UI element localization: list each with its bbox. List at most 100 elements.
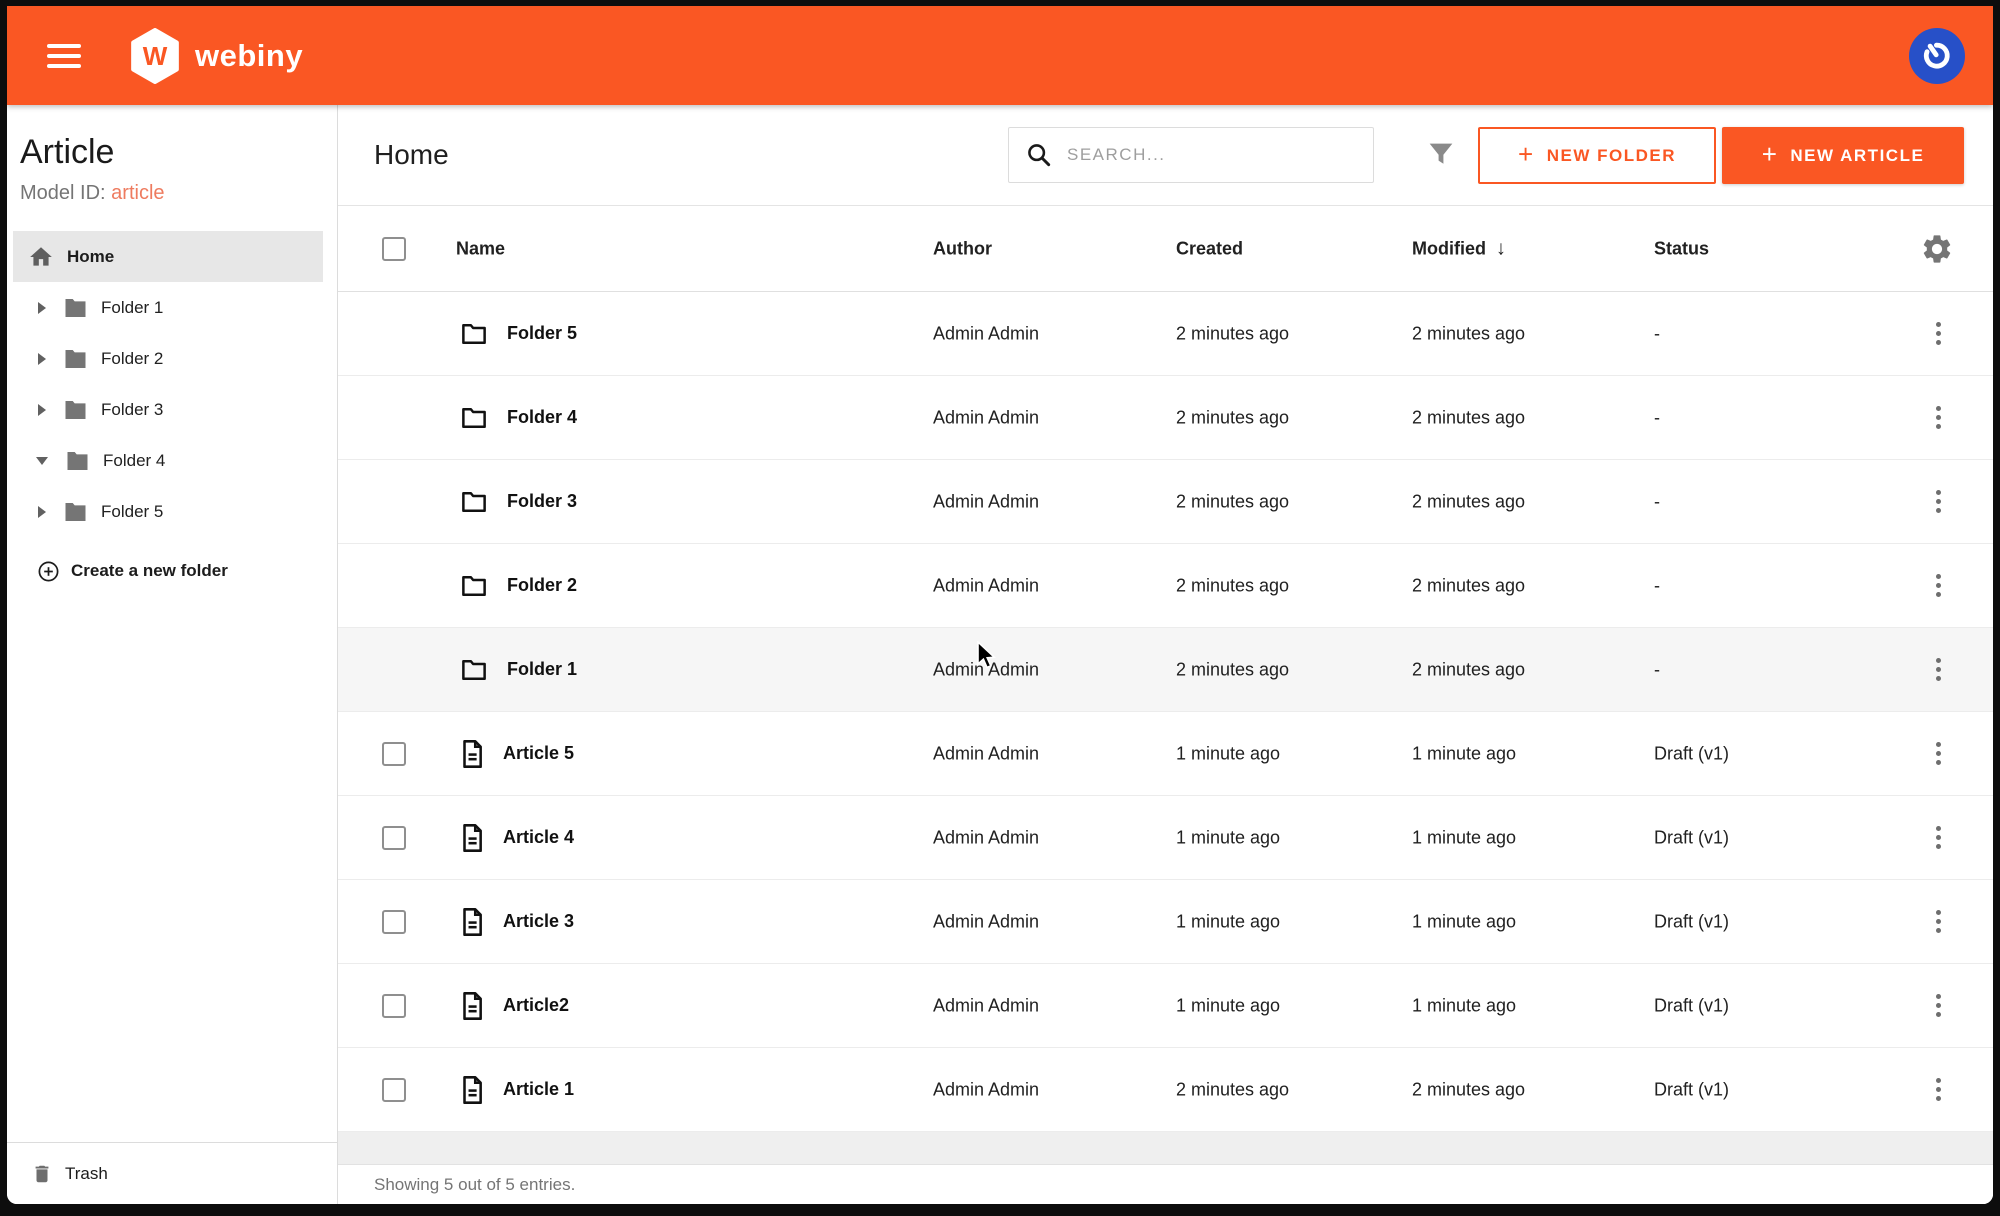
table-row-folder-2[interactable]: Folder 2 Admin Admin 2 minutes ago 2 min…	[338, 544, 1993, 628]
row-checkbox[interactable]	[382, 826, 406, 850]
sidebar-item-folder-4[interactable]: Folder 4	[7, 435, 337, 486]
table-row-article-1[interactable]: Article 1 Admin Admin 2 minutes ago 2 mi…	[338, 1048, 1993, 1132]
column-header-modified[interactable]: Modified ↓	[1412, 237, 1506, 260]
column-header-name[interactable]: Name	[456, 238, 505, 259]
sidebar-item-home[interactable]: Home	[13, 231, 323, 282]
table-row-article2[interactable]: Article2 Admin Admin 1 minute ago 1 minu…	[338, 964, 1993, 1048]
pagination-footer: Showing 5 out of 5 entries.	[338, 1165, 1993, 1204]
entries-count: Showing 5 out of 5 entries.	[374, 1175, 575, 1195]
power-icon	[1913, 32, 1960, 79]
modified-cell: 2 minutes ago	[1412, 407, 1525, 428]
sidebar-item-folder-5[interactable]: Folder 5	[7, 486, 337, 537]
author-cell: Admin Admin	[933, 995, 1039, 1016]
entry-name-cell[interactable]: Folder 2	[458, 571, 577, 601]
modified-cell: 2 minutes ago	[1412, 575, 1525, 596]
modified-cell: 1 minute ago	[1412, 743, 1516, 764]
sidebar-item-folder-3[interactable]: Folder 3	[7, 384, 337, 435]
document-icon	[458, 1075, 486, 1105]
entry-name-cell[interactable]: Folder 3	[458, 487, 577, 517]
table-row-folder-5[interactable]: Folder 5 Admin Admin 2 minutes ago 2 min…	[338, 292, 1993, 376]
table-footer-band	[338, 1132, 1993, 1165]
row-actions-menu-button[interactable]	[1928, 821, 1948, 855]
circle-plus-icon	[37, 560, 60, 583]
row-actions-menu-button[interactable]	[1928, 317, 1948, 351]
trash-button[interactable]: Trash	[7, 1142, 337, 1204]
created-cell: 1 minute ago	[1176, 743, 1280, 764]
row-checkbox[interactable]	[382, 1078, 406, 1102]
created-cell: 2 minutes ago	[1176, 575, 1289, 596]
row-checkbox[interactable]	[382, 910, 406, 934]
column-header-status[interactable]: Status	[1654, 238, 1709, 259]
entry-name-cell[interactable]: Article 5	[458, 739, 574, 769]
entry-name-cell[interactable]: Article 3	[458, 907, 574, 937]
document-icon	[458, 739, 486, 769]
entry-name: Article 5	[503, 743, 574, 764]
table-row-folder-1[interactable]: Folder 1 Admin Admin 2 minutes ago 2 min…	[338, 628, 1993, 712]
filter-button[interactable]	[1424, 138, 1458, 172]
entry-name: Article 1	[503, 1079, 574, 1100]
select-all-checkbox[interactable]	[382, 237, 406, 261]
table-row-folder-3[interactable]: Folder 3 Admin Admin 2 minutes ago 2 min…	[338, 460, 1993, 544]
author-cell: Admin Admin	[933, 911, 1039, 932]
row-actions-menu-button[interactable]	[1928, 569, 1948, 603]
status-cell: Draft (v1)	[1654, 995, 1729, 1016]
search-input[interactable]: SEARCH...	[1008, 127, 1374, 183]
column-header-author[interactable]: Author	[933, 238, 992, 259]
entry-name: Folder 5	[507, 323, 577, 344]
modified-cell: 1 minute ago	[1412, 827, 1516, 848]
entry-name-cell[interactable]: Article2	[458, 991, 569, 1021]
webiny-logo[interactable]: W webiny	[129, 28, 303, 84]
created-cell: 2 minutes ago	[1176, 1079, 1289, 1100]
create-folder-button[interactable]: Create a new folder	[37, 551, 337, 591]
table-row-article-3[interactable]: Article 3 Admin Admin 1 minute ago 1 min…	[338, 880, 1993, 964]
row-actions-menu-button[interactable]	[1928, 737, 1948, 771]
row-actions-menu-button[interactable]	[1928, 401, 1948, 435]
status-cell: -	[1654, 659, 1660, 680]
row-actions-menu-button[interactable]	[1928, 1073, 1948, 1107]
table-row-article-5[interactable]: Article 5 Admin Admin 1 minute ago 1 min…	[338, 712, 1993, 796]
status-cell: -	[1654, 575, 1660, 596]
trash-icon	[31, 1162, 53, 1186]
row-actions-menu-button[interactable]	[1928, 485, 1948, 519]
table-body: Folder 5 Admin Admin 2 minutes ago 2 min…	[338, 292, 1993, 1132]
status-cell: Draft (v1)	[1654, 743, 1729, 764]
table-settings-button[interactable]	[1920, 232, 1954, 266]
row-actions-menu-button[interactable]	[1928, 905, 1948, 939]
row-checkbox[interactable]	[382, 994, 406, 1018]
new-folder-button[interactable]: + NEW FOLDER	[1478, 127, 1716, 184]
table-header: Name Author Created Modified ↓ Status	[338, 206, 1993, 292]
sidebar-item-folder-1[interactable]: Folder 1	[7, 282, 337, 333]
sidebar-header: Article Model ID: article	[7, 105, 337, 207]
entry-name-cell[interactable]: Folder 4	[458, 403, 577, 433]
author-cell: Admin Admin	[933, 659, 1039, 680]
document-icon	[458, 907, 486, 937]
created-cell: 2 minutes ago	[1176, 323, 1289, 344]
expand-caret-icon[interactable]	[38, 506, 46, 518]
entry-name: Article 3	[503, 911, 574, 932]
folder-tree: Home Folder 1 Folder 2 Folder 3 Folder 4	[7, 231, 337, 537]
sidebar-item-folder-2[interactable]: Folder 2	[7, 333, 337, 384]
menu-hamburger-icon[interactable]	[47, 44, 81, 68]
expand-caret-icon[interactable]	[38, 404, 46, 416]
entry-name: Folder 4	[507, 407, 577, 428]
table-row-article-4[interactable]: Article 4 Admin Admin 1 minute ago 1 min…	[338, 796, 1993, 880]
table-row-folder-4[interactable]: Folder 4 Admin Admin 2 minutes ago 2 min…	[338, 376, 1993, 460]
column-header-created[interactable]: Created	[1176, 238, 1243, 259]
row-checkbox[interactable]	[382, 742, 406, 766]
folder-icon	[458, 319, 490, 349]
entry-name-cell[interactable]: Article 1	[458, 1075, 574, 1105]
folder-tree-items: Folder 1 Folder 2 Folder 3 Folder 4 Fold…	[7, 282, 337, 537]
expand-caret-icon[interactable]	[38, 353, 46, 365]
author-cell: Admin Admin	[933, 491, 1039, 512]
entry-name: Folder 1	[507, 659, 577, 680]
row-actions-menu-button[interactable]	[1928, 989, 1948, 1023]
expand-caret-icon[interactable]	[36, 457, 48, 465]
entry-name-cell[interactable]: Article 4	[458, 823, 574, 853]
expand-caret-icon[interactable]	[38, 302, 46, 314]
entry-name-cell[interactable]: Folder 1	[458, 655, 577, 685]
row-actions-menu-button[interactable]	[1928, 653, 1948, 687]
home-icon	[28, 244, 54, 270]
entry-name-cell[interactable]: Folder 5	[458, 319, 577, 349]
new-article-button[interactable]: + NEW ARTICLE	[1722, 127, 1964, 184]
user-avatar[interactable]	[1909, 28, 1965, 84]
